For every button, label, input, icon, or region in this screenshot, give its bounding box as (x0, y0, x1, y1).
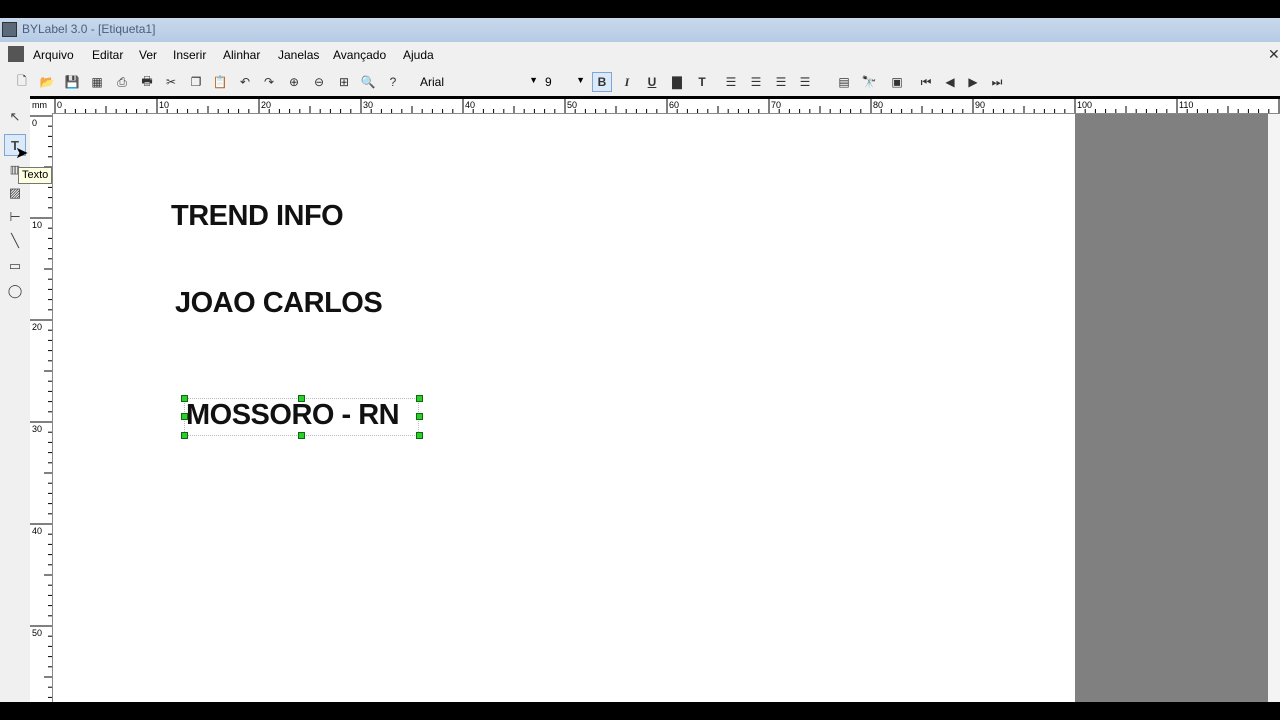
resize-handle[interactable] (416, 413, 423, 420)
line-h-icon[interactable]: ⊢ (4, 206, 26, 228)
tool-palette: ↖ T ▥ ▨ ⊢ ╲ ▭ ◯ (0, 96, 30, 702)
font-size-value: 9 (545, 75, 552, 89)
next-icon[interactable]: ▶ (963, 72, 983, 92)
menu-avancado[interactable]: Avançado (333, 48, 386, 62)
font-size-select[interactable]: 9 ▼ (543, 72, 587, 92)
chevron-down-icon: ▼ (529, 75, 538, 85)
h-ruler-label: 110 (1179, 100, 1194, 110)
justify-icon[interactable]: ☰ (795, 72, 815, 92)
ruler-unit: mm (32, 100, 47, 110)
menu-janelas[interactable]: Janelas (278, 48, 319, 62)
window-title: BYLabel 3.0 - [Etiqueta1] (22, 22, 156, 36)
h-ruler-label: 80 (873, 100, 884, 110)
zoom-out-icon[interactable]: ⊖ (309, 72, 329, 92)
v-ruler-label: 20 (32, 322, 43, 332)
v-ruler-label: 30 (32, 424, 43, 434)
menu-ver[interactable]: Ver (139, 48, 157, 62)
v-ruler-label: 50 (32, 628, 43, 638)
resize-handle[interactable] (416, 432, 423, 439)
find-icon[interactable]: 🔭 (859, 72, 879, 92)
rectangle-icon[interactable]: ▭ (4, 255, 26, 277)
toolbar: 🗋 📂 💾 ▦ ⎙ 🖶 ✂ ❐ 📋 ↶ ↷ ⊕ ⊖ ⊞ 🔍 ? Arial ▼ … (0, 68, 1280, 96)
h-ruler-label: 10 (159, 100, 170, 110)
print-icon[interactable]: ▦ (87, 72, 107, 92)
chevron-down-icon: ▼ (576, 75, 585, 85)
record-icon[interactable]: ▣ (887, 72, 907, 92)
menubar-app-icon (8, 46, 24, 62)
underline-icon[interactable]: U (642, 72, 662, 92)
menu-arquivo[interactable]: Arquivo (33, 48, 74, 62)
tooltip: Texto (18, 167, 53, 184)
align-left-icon[interactable]: ☰ (721, 72, 741, 92)
zoom-in-icon[interactable]: ⊕ (284, 72, 304, 92)
resize-handle[interactable] (181, 395, 188, 402)
h-ruler-label: 90 (975, 100, 986, 110)
h-ruler-label: 0 (57, 100, 63, 110)
v-ruler-label: 40 (32, 526, 43, 536)
font-name-value: Arial (420, 75, 445, 89)
new-icon[interactable]: 🗋 (12, 72, 32, 92)
open-icon[interactable]: 📂 (37, 72, 57, 92)
resize-handle[interactable] (416, 395, 423, 402)
first-icon[interactable]: ⏮ (916, 72, 936, 92)
paste-icon[interactable]: 📋 (210, 72, 230, 92)
italic-icon[interactable]: I (617, 72, 637, 92)
print-preview-icon[interactable]: ⎙ (112, 72, 132, 92)
bold-icon[interactable]: B (592, 72, 612, 92)
database-icon[interactable]: ▤ (834, 72, 854, 92)
selection-box (184, 398, 419, 436)
text-format-icon[interactable]: T (692, 72, 712, 92)
help-icon[interactable]: ? (383, 72, 403, 92)
menu-alinhar[interactable]: Alinhar (223, 48, 260, 62)
image-icon[interactable]: ▨ (4, 182, 26, 204)
h-ruler-label: 40 (465, 100, 476, 110)
h-ruler-label: 50 (567, 100, 578, 110)
app-icon (2, 22, 17, 37)
last-icon[interactable]: ⏭ (987, 72, 1007, 92)
save-icon[interactable]: 💾 (62, 72, 82, 92)
h-ruler-label: 70 (771, 100, 782, 110)
menu-ajuda[interactable]: Ajuda (403, 48, 434, 62)
label-text-trend-info[interactable]: TREND INFO (171, 200, 344, 233)
close-document-icon[interactable]: ✕ (1268, 46, 1280, 63)
resize-handle[interactable] (298, 432, 305, 439)
menu-inserir[interactable]: Inserir (173, 48, 206, 62)
menu-bar: Arquivo Editar Ver Inserir Alinhar Janel… (0, 42, 1280, 69)
h-ruler-label: 100 (1077, 100, 1093, 110)
copy-icon[interactable]: ❐ (186, 72, 206, 92)
text-box-icon[interactable]: ▇ (667, 72, 687, 92)
workspace-background (1075, 114, 1268, 702)
title-bar: BYLabel 3.0 - [Etiqueta1] (0, 18, 1280, 42)
align-right-icon[interactable]: ☰ (771, 72, 791, 92)
menu-editar[interactable]: Editar (92, 48, 123, 62)
align-center-icon[interactable]: ☰ (746, 72, 766, 92)
resize-handle[interactable] (298, 395, 305, 402)
undo-icon[interactable]: ↶ (235, 72, 255, 92)
cut-icon[interactable]: ✂ (161, 72, 181, 92)
screen-bottom-border (0, 702, 1280, 720)
zoom-fit-icon[interactable]: ⊞ (334, 72, 354, 92)
pointer-icon[interactable]: ↖ (4, 106, 26, 128)
redo-icon[interactable]: ↷ (259, 72, 279, 92)
horizontal-ruler-ticks (54, 99, 1280, 113)
line-icon[interactable]: ╲ (4, 230, 26, 252)
ellipse-icon[interactable]: ◯ (4, 280, 26, 302)
h-ruler-label: 60 (669, 100, 680, 110)
h-ruler-label: 30 (363, 100, 374, 110)
v-ruler-label: 0 (32, 118, 38, 128)
font-name-select[interactable]: Arial ▼ (416, 72, 540, 92)
vertical-scrollbar[interactable] (1268, 114, 1280, 702)
vertical-ruler-ticks (30, 115, 52, 698)
h-ruler-label: 20 (261, 100, 272, 110)
v-ruler-label: 10 (32, 220, 43, 230)
mouse-cursor-icon: ➤ (15, 145, 29, 162)
printer-icon[interactable]: 🖶 (137, 72, 157, 92)
vertical-ruler: 0 10 20 30 40 50 (30, 113, 53, 702)
resize-handle[interactable] (181, 432, 188, 439)
horizontal-ruler: mm 0 10 20 30 40 50 60 70 80 90 100 110 (30, 99, 1280, 114)
zoom-icon[interactable]: 🔍 (358, 72, 378, 92)
label-text-joao-carlos[interactable]: JOAO CARLOS (175, 287, 383, 320)
resize-handle[interactable] (181, 413, 188, 420)
prev-icon[interactable]: ◀ (940, 72, 960, 92)
